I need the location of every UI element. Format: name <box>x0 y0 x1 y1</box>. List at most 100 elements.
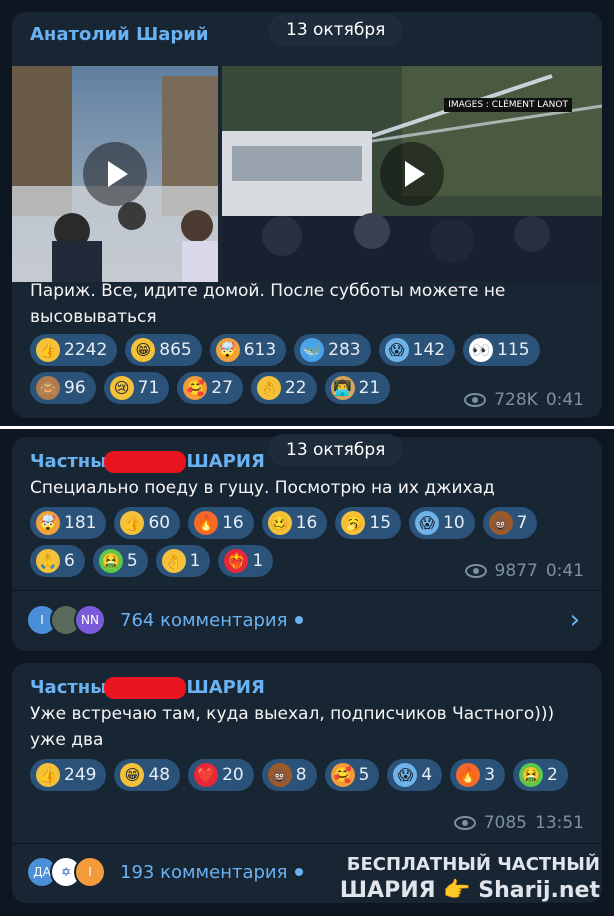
unread-dot <box>295 868 304 876</box>
views-icon <box>453 816 476 830</box>
reaction-chip[interactable]: 🤯 181 <box>30 507 107 539</box>
reaction-chip[interactable]: 🙏 6 <box>30 545 85 577</box>
reaction-chip[interactable]: 👍 249 <box>30 759 107 791</box>
reaction-count: 5 <box>358 765 370 785</box>
reaction-chip[interactable]: 😱 4 <box>387 759 443 791</box>
reaction-chip[interactable]: 😁 865 <box>125 334 202 366</box>
reaction-chip[interactable]: 🔥 3 <box>450 759 506 791</box>
author-name-part: Частны <box>30 451 107 472</box>
reaction-chip[interactable]: 🥰 27 <box>177 372 243 404</box>
reaction-chip[interactable]: 🥱 15 <box>335 507 402 539</box>
commenter-avatars: I NN <box>26 604 106 636</box>
poop-icon: 💩 <box>267 763 292 787</box>
reaction-chip[interactable]: ❤️‍🔥 1 <box>218 545 274 577</box>
post-time: 13:51 <box>535 813 584 833</box>
reaction-chip[interactable]: 😱 142 <box>378 334 456 366</box>
crying-icon: 😢 <box>109 376 134 400</box>
reaction-count: 21 <box>358 378 381 398</box>
reaction-count: 142 <box>412 340 446 360</box>
reaction-count: 865 <box>159 340 192 360</box>
reaction-chip[interactable]: 🤮 5 <box>92 545 148 577</box>
video-thumbnail-1[interactable] <box>12 66 218 282</box>
hearts-face-icon: 🥰 <box>183 376 208 400</box>
message-meta: 728K 0:41 <box>464 390 584 410</box>
reaction-count: 7 <box>516 513 528 533</box>
message-text: Специально поеду в гущу. Посмотрю на их … <box>30 478 495 498</box>
thumbs-up-icon: 👍 <box>36 763 60 787</box>
yawn-icon: 🥱 <box>341 511 366 535</box>
reaction-chip[interactable]: 🥴 16 <box>261 507 328 539</box>
redaction-mark <box>104 451 186 473</box>
commenter-avatar: I <box>74 856 106 888</box>
reaction-chip[interactable]: 💩 7 <box>482 507 538 539</box>
reaction-count: 20 <box>222 765 244 785</box>
grin-icon: 😁 <box>120 763 145 787</box>
play-button[interactable] <box>83 142 147 206</box>
reaction-chip[interactable]: 💩 8 <box>261 759 317 791</box>
views-icon <box>464 393 487 407</box>
woozy-face-icon: 🥴 <box>267 511 292 535</box>
reaction-chip[interactable]: 🙈 96 <box>30 372 96 404</box>
reaction-chip[interactable]: 🥰 5 <box>324 759 380 791</box>
reaction-chip[interactable]: 🐳 283 <box>294 334 371 366</box>
reaction-count: 8 <box>295 765 307 785</box>
comments-count: 764 комментария <box>120 609 288 631</box>
scream-icon: 😱 <box>415 511 440 535</box>
separator <box>12 843 602 844</box>
message-bubble-1: Анатолий Шарий IMAGES: CLÉMENT LANOT Па… <box>12 12 602 418</box>
views-count: 9877 <box>494 561 538 581</box>
reaction-chip[interactable]: 😢 71 <box>103 372 170 404</box>
comments-link[interactable]: I NN 764 комментария › <box>12 603 602 637</box>
heart-icon: ❤️ <box>194 763 219 787</box>
reaction-count: 4 <box>421 765 433 785</box>
author-name[interactable]: Анатолий Шарий <box>30 24 208 45</box>
fire-icon: 🔥 <box>456 763 481 787</box>
date-badge: 13 октября <box>268 14 404 46</box>
reaction-chip[interactable]: 👀 115 <box>463 334 540 366</box>
reaction-chip[interactable]: 😁 48 <box>114 759 181 791</box>
chevron-right-icon: › <box>569 605 580 635</box>
reaction-chip[interactable]: 👌 1 <box>155 545 211 577</box>
reaction-chip[interactable]: 😱 10 <box>409 507 475 539</box>
message-text: Уже встречаю там, куда выехал, подписчик… <box>30 704 555 750</box>
reaction-chip[interactable]: 👌 22 <box>250 372 317 404</box>
reaction-count: 71 <box>137 378 160 398</box>
reaction-chip[interactable]: 👍 60 <box>114 507 181 539</box>
reaction-chip[interactable]: 👨‍💻 21 <box>324 372 391 404</box>
heart-on-fire-icon: ❤️‍🔥 <box>224 549 249 573</box>
post-time: 0:41 <box>545 561 584 581</box>
reaction-count: 16 <box>222 513 244 533</box>
media-credit-label: IMAGES : CLÉMENT LANOT <box>444 98 572 112</box>
reaction-count: 22 <box>284 378 307 398</box>
reaction-chip[interactable]: ❤️ 20 <box>188 759 254 791</box>
reaction-count: 1 <box>252 551 264 571</box>
scream-icon: 😱 <box>384 338 409 362</box>
ok-hand-icon: 👌 <box>161 549 186 573</box>
commenter-avatar: NN <box>74 604 106 636</box>
reaction-chip[interactable]: 🤯 613 <box>209 334 287 366</box>
message-text: Париж. Все, идите домой. После субботы м… <box>30 281 506 327</box>
scream-icon: 😱 <box>393 763 418 787</box>
reaction-chip[interactable]: 🔥 16 <box>188 507 254 539</box>
reaction-count: 15 <box>369 513 392 533</box>
reaction-chip[interactable]: 🤮 2 <box>513 759 568 791</box>
reaction-count: 613 <box>243 340 277 360</box>
reactions-row: 👍 249 😁 48 ❤️ 20 💩 8 🥰 5 😱 4 🔥 3 🤮 2 <box>30 759 586 791</box>
reaction-count: 115 <box>497 340 530 360</box>
mind-blown-icon: 🤯 <box>36 511 60 535</box>
post-time: 0:41 <box>545 390 584 410</box>
comments-count: 193 комментария <box>120 861 288 883</box>
eyes-icon: 👀 <box>469 338 494 362</box>
unread-dot <box>295 616 304 624</box>
views-count: 728K <box>494 390 538 410</box>
technologist-icon: 👨‍💻 <box>330 376 355 400</box>
play-button[interactable] <box>380 142 444 206</box>
mind-blown-icon: 🤯 <box>215 338 240 362</box>
commenter-avatars: ДА ✡ I <box>26 856 106 888</box>
fire-icon: 🔥 <box>194 511 219 535</box>
video-thumbnail-2[interactable]: IMAGES : CLÉMENT LANOT <box>222 66 602 282</box>
reaction-count: 2 <box>547 765 558 785</box>
watermark: БЕСПЛАТНЫЙ ЧАСТНЫЙ ШАРИЯ 👉 Sharij.net <box>340 852 600 904</box>
thumbs-up-icon: 👍 <box>120 511 145 535</box>
reaction-chip[interactable]: 👍 2242 <box>30 334 118 366</box>
